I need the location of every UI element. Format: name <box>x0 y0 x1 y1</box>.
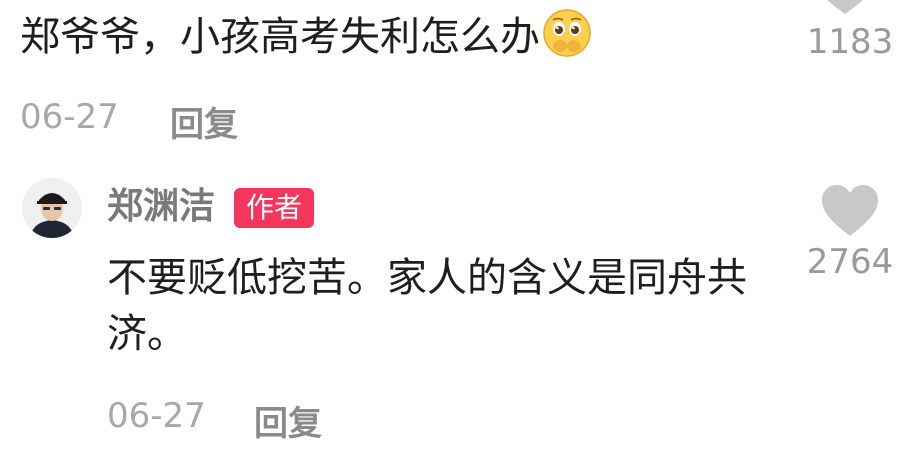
like-count: 2764 <box>806 242 894 282</box>
pleading-face-emoji-icon <box>542 8 592 58</box>
like-heart-icon[interactable] <box>810 0 880 16</box>
author-badge: 作者 <box>234 188 315 228</box>
comment-text: 郑爷爷，小孩高考失利怎么办 <box>20 8 592 65</box>
comment-body: 郑爷爷，小孩高考失利怎么办 <box>20 14 540 60</box>
avatar[interactable] <box>22 178 82 238</box>
reply-button[interactable]: 回复 <box>254 396 322 445</box>
comment-date: 06-27 <box>20 97 119 137</box>
reply-date: 06-27 <box>107 396 206 436</box>
reply-text: 不要贬低挖苦。家人的含义是同舟共济。 <box>107 255 747 357</box>
username[interactable]: 郑渊洁 <box>107 182 215 232</box>
like-heart-icon[interactable] <box>820 184 880 238</box>
reply-button[interactable]: 回复 <box>170 97 238 146</box>
like-count: 1183 <box>806 22 894 62</box>
